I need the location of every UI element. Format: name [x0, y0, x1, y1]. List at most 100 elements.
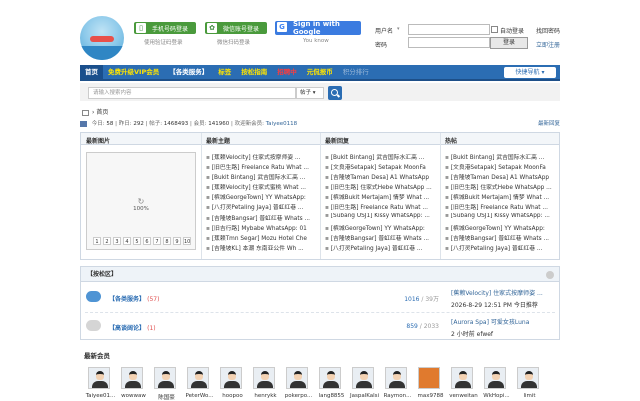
phone-login-sub: 使用验证码登录 [144, 40, 183, 46]
reply-link[interactable]: [旧巴生路] Freelance Ratu What ... [325, 202, 441, 212]
reply-link[interactable]: [旧巴生路] 住家式Hebe WhatsApp ... [325, 182, 441, 192]
home-icon[interactable] [82, 109, 89, 116]
reply-link[interactable]: [八打灵Petaling Jaya] 普虹红巷 ... [325, 243, 441, 253]
hot-thread-link[interactable]: [槟城GeorgeTown] YY WhatsApp: [445, 223, 561, 233]
hot-thread-link[interactable]: [文良港Setapak] Setapak MoonFa [445, 162, 561, 172]
avatar[interactable] [418, 367, 440, 389]
thread-link[interactable]: [八打灵Petaling Jaya] 普虹红巷 ... [206, 202, 322, 212]
avatar[interactable] [286, 367, 308, 389]
forum-row[interactable]: 【各类服务】 (57) 1016 / 39万 [蕉赖Velocity] 住家式按… [81, 284, 559, 312]
auto-login-checkbox[interactable] [491, 26, 498, 33]
username-input[interactable] [408, 24, 490, 35]
hot-thread-link[interactable]: [旧巴生路] Freelance Ratu What ... [445, 202, 561, 212]
nav-services[interactable]: 【各类服务】 [164, 65, 213, 79]
avatar[interactable] [517, 367, 539, 389]
forum-name[interactable]: 【高谈阔论】 (1) [109, 323, 156, 332]
slider-page[interactable]: 1 [93, 237, 101, 245]
newest-reply-link[interactable]: 最新回复 [538, 119, 560, 127]
phone-icon: ▯ [136, 23, 146, 33]
avatar[interactable] [484, 367, 506, 389]
site-logo[interactable] [80, 16, 124, 60]
avatar[interactable] [154, 367, 176, 389]
slider-page[interactable]: 8 [163, 237, 171, 245]
quick-nav-dropdown[interactable]: 快捷导航 ▾ [504, 67, 556, 78]
image-slider[interactable]: ↻ 100% 1 2 3 4 5 6 7 8 9 10 [86, 152, 196, 250]
login-submit-button[interactable]: 登录 [490, 37, 528, 49]
reply-link[interactable]: [槟城GeorgeTown] YY WhatsApp: [325, 223, 441, 233]
avatar[interactable] [220, 367, 242, 389]
slider-page[interactable]: 9 [173, 237, 181, 245]
search-input[interactable]: 请输入搜索内容 [88, 87, 296, 99]
username-label: 用户名 [375, 28, 394, 35]
slider-page[interactable]: 4 [123, 237, 131, 245]
thread-link[interactable]: [蕉赖Velocity] 住家式蜜桃 What ... [206, 182, 322, 192]
reply-link[interactable]: [吉隆坡Bangsar] 普虹红巷 Whats ... [325, 233, 441, 243]
hot-thread-link[interactable]: [Bukit Bintang] 武吉国际水汇高 ... [445, 152, 561, 162]
avatar[interactable] [385, 367, 407, 389]
find-password-link[interactable]: 找回密码 [536, 26, 560, 35]
avatar[interactable] [121, 367, 143, 389]
google-login-label: Sign in with Google [293, 20, 340, 36]
forum-icon [86, 320, 101, 331]
hot-thread-link[interactable]: [旧巴生路] 住家式Hebe WhatsApp ... [445, 182, 561, 192]
avatar[interactable] [352, 367, 374, 389]
slider-page[interactable]: 3 [113, 237, 121, 245]
username-dropdown-icon[interactable]: ▾ [397, 26, 400, 32]
today-count: 58 [106, 121, 114, 127]
reply-link[interactable]: [槟城Bukit Mertajam] 情梦 What ... [325, 192, 441, 202]
hot-thread-link[interactable]: [槟城Bukit Mertajam] 情梦 What ... [445, 192, 561, 202]
hot-thread-link[interactable]: [吉隆坡Bangsar] 普虹红巷 Whats ... [445, 233, 561, 243]
thread-link[interactable]: [旧巴生路] Freelance Ratu What ... [206, 162, 322, 172]
reply-link[interactable]: [吉隆坡Taman Desa] A1 WhatsApp [325, 172, 441, 182]
collapse-icon[interactable] [546, 271, 554, 279]
forum-name[interactable]: 【各类服务】 (57) [109, 294, 159, 303]
register-link[interactable]: 立即注册 [536, 40, 560, 49]
forum-row[interactable]: 【高谈阔论】 (1) 859 / 2033 [Aurora Spa] 可爱女孩L… [81, 313, 559, 341]
hot-thread-link[interactable]: [Subang USJ1] Kissy WhatsApp: ... [445, 213, 561, 223]
hot-thread-link[interactable]: [吉隆坡Taman Desa] A1 WhatsApp [445, 172, 561, 182]
reply-link[interactable]: [Bukit Bintang] 武吉国际水汇高 ... [325, 152, 441, 162]
wechat-login-button[interactable]: ✿ 微信账号登录 [205, 22, 267, 34]
breadcrumb-home[interactable]: 首页 [96, 109, 108, 116]
avatar[interactable] [187, 367, 209, 389]
slider-page[interactable]: 5 [133, 237, 141, 245]
last-post-title[interactable]: [Aurora Spa] 可爱女孩Luna [451, 319, 529, 326]
thread-link[interactable]: [吉隆坡Bangsar] 普虹红巷 Whats ... [206, 213, 322, 223]
password-input[interactable] [408, 37, 490, 48]
search-scope-select[interactable]: 帖子 ▾ [296, 87, 324, 99]
slider-page[interactable]: 7 [153, 237, 161, 245]
forum-last-post[interactable]: [Aurora Spa] 可爱女孩Luna 2 小时前 efwef [451, 317, 559, 338]
avatar[interactable] [319, 367, 341, 389]
nav-guide[interactable]: 按松指南 [236, 65, 272, 79]
slider-page[interactable]: 6 [143, 237, 151, 245]
google-login-button[interactable]: G Sign in with Google [275, 20, 361, 36]
search-icon[interactable] [328, 86, 342, 100]
nav-currency[interactable]: 元侃报币 [302, 65, 338, 79]
thread-link[interactable]: [Bukit Bintang] 武吉国际水汇高 ... [206, 172, 322, 182]
last-post-title[interactable]: [蕉赖Velocity] 住家式按摩师姿 ... [451, 290, 543, 297]
nav-tags[interactable]: 标签 [213, 65, 236, 79]
reply-link[interactable]: [文良港Setapak] Setapak MoonFa [325, 162, 441, 172]
phone-login-button[interactable]: ▯ 手机号码登录 [134, 22, 196, 34]
slider-page[interactable]: 10 [183, 237, 191, 245]
nav-vip[interactable]: 免费升级VIP会员 [103, 65, 164, 79]
thread-link[interactable]: [槟城GeorgeTown] YY WhatsApp: [206, 192, 322, 202]
nav-jobs[interactable]: 招聘中 [272, 65, 302, 79]
forum-last-post[interactable]: [蕉赖Velocity] 住家式按摩师姿 ... 2026-8-29 12:51… [451, 288, 559, 309]
forum-today-count: (57) [147, 296, 160, 303]
newest-member-link[interactable]: Taiyee0118 [266, 121, 297, 127]
reply-link[interactable]: [Subang USJ1] Kissy WhatsApp: ... [325, 213, 441, 223]
hot-thread-link[interactable]: [八打灵Petaling Jaya] 普虹红巷 ... [445, 243, 561, 253]
nav-home[interactable]: 首页 [80, 65, 103, 79]
slider-page[interactable]: 2 [103, 237, 111, 245]
thread-link[interactable]: [吉隆坡KL] 本潮 东南亚公件 Wh ... [206, 243, 322, 253]
thread-link[interactable]: [蕉赖Tmn Segar] Mozu Hotel Che [206, 233, 322, 243]
forum-section-title[interactable]: 【按松区】 [81, 267, 559, 282]
thread-link[interactable]: [旧吉行路] Mybabe WhatsApp: 01 [206, 223, 322, 233]
avatar[interactable] [451, 367, 473, 389]
thread-link[interactable]: [蕉赖Velocity] 住家式按摩师姿 ... [206, 152, 322, 162]
avatar[interactable] [88, 367, 110, 389]
nav-ranking[interactable]: 积分排行 [338, 65, 374, 79]
avatar[interactable] [253, 367, 275, 389]
wechat-login-sub: 微信扫码登录 [217, 40, 251, 46]
